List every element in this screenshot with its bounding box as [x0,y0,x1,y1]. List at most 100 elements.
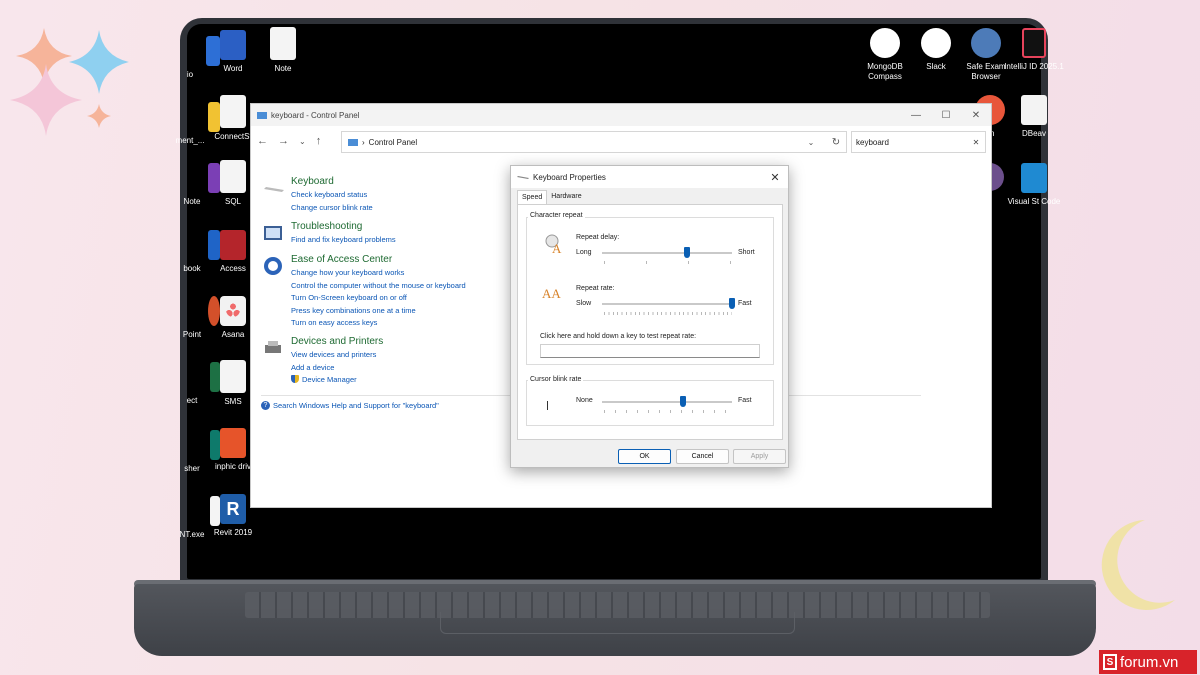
dialog-close-button[interactable]: ✕ [762,171,788,184]
repeat-delay-track[interactable] [602,252,732,254]
link-on-screen-keyboard[interactable]: Turn On-Screen keyboard on or off [291,292,466,305]
help-link[interactable]: ? Search Windows Help and Support for "k… [261,401,439,410]
section-heading[interactable]: Ease of Access Center [291,254,466,265]
dialog-title: Keyboard Properties [533,172,606,182]
link-find-fix-keyboard[interactable]: Find and fix keyboard problems [291,234,396,247]
back-arrow-icon[interactable]: ← [257,135,268,147]
link-easy-access-keys[interactable]: Turn on easy access keys [291,317,466,330]
section-ease-of-access: Ease of Access Center Change how your ke… [263,254,466,330]
inphic-icon [220,428,246,458]
clear-search-icon[interactable]: ✕ [967,138,985,147]
device-manager-label: Device Manager [302,375,357,384]
safe-exam-icon [971,28,1001,58]
refresh-icon[interactable]: ↻ [826,137,846,148]
speed-tab-panel: Character repeat A Repeat delay: Long Sh… [517,204,783,440]
address-dropdown-icon[interactable]: ⌄ [796,138,826,147]
desktop-icon-dbeaver[interactable]: DBeav [1004,95,1064,139]
word-icon [220,30,246,60]
link-device-manager[interactable]: Device Manager [291,374,383,387]
minimize-button[interactable]: — [901,110,931,121]
desktop-icon-label: inphic driv [214,462,251,471]
repeat-rate-track[interactable] [602,303,732,305]
up-arrow-icon[interactable]: ↑ [316,135,322,147]
link-change-cursor-blink-rate[interactable]: Change cursor blink rate [291,202,373,215]
repeat-delay-ticks [604,261,732,264]
desktop-icon-label: MongoDB Compass [867,62,903,81]
cursor-blink-right-label: Fast [738,397,752,404]
tab-hardware[interactable]: Hardware [547,190,585,204]
section-keyboard: Keyboard Check keyboard status Change cu… [263,176,373,214]
desktop-icon-label: Revit 2019 [213,528,253,537]
close-button[interactable]: ✕ [961,110,991,121]
link-view-devices[interactable]: View devices and printers [291,349,383,362]
ok-button[interactable]: OK [618,449,671,464]
tab-speed[interactable]: Speed [517,190,548,204]
mongodb-icon [870,28,900,58]
desktop-icon-note[interactable]: Note [253,27,313,74]
breadcrumb-separator-icon: › [362,137,365,147]
cursor-preview-icon [547,401,548,410]
cancel-button[interactable]: Cancel [676,449,729,464]
section-heading[interactable]: Devices and Printers [291,336,383,347]
link-key-combinations[interactable]: Press key combinations one at a time [291,305,466,318]
repeat-rate-slider-thumb[interactable] [729,298,735,309]
dialog-tabs: Speed Hardware [517,190,586,204]
test-repeat-input[interactable] [540,344,760,358]
desktop-icon-label: Safe Exam Browser [966,62,1006,81]
cursor-blink-left-label: None [576,397,593,404]
repeat-delay-slider-thumb[interactable] [683,247,690,258]
desktop-icon-label: ConnectSt [214,132,252,141]
test-repeat-label: Click here and hold down a key to test r… [540,333,697,340]
repeat-delay-right-label: Short [738,249,755,256]
section-devices-printers: Devices and Printers View devices and pr… [263,336,383,387]
revit-icon: R [220,494,246,524]
forward-arrow-icon[interactable]: → [278,135,289,147]
cursor-blink-track[interactable] [602,401,732,403]
laptop-trackpad [440,612,795,634]
link-control-without-mouse[interactable]: Control the computer without the mouse o… [291,280,466,293]
repeat-delay-icon: A [545,234,562,255]
watermark-logo: S [1103,654,1117,670]
link-change-keyboard-works[interactable]: Change how your keyboard works [291,267,466,280]
desktop-icon-intellij[interactable]: IntelliJ ID 2025.1 [1004,28,1064,72]
desktop-icon-label: book [183,264,201,273]
desktop-icon-label: Visual St Code [1007,197,1061,206]
watermark-text: forum.vn [1120,653,1179,671]
section-troubleshooting: Troubleshooting Find and fix keyboard pr… [263,221,396,247]
devices-printers-icon [265,341,281,353]
shield-icon [291,375,299,383]
section-heading[interactable]: Keyboard [291,176,373,187]
help-link-text: Search Windows Help and Support for "key… [273,401,439,410]
cursor-blink-ticks [604,410,732,413]
cursor-blink-slider-thumb[interactable] [679,396,686,407]
desktop-icon-label: DBeav [1021,129,1046,138]
apply-button[interactable]: Apply [733,449,786,464]
file-icon [220,360,246,393]
search-value: keyboard [856,137,889,147]
link-check-keyboard-status[interactable]: Check keyboard status [291,189,373,202]
file-icon [220,95,246,128]
access-icon [220,230,246,260]
desktop-icon-label: ment_... [175,136,205,145]
search-input[interactable]: keyboard ✕ [851,131,986,153]
section-heading[interactable]: Troubleshooting [291,221,396,232]
desktop-icon-label: Point [182,330,202,339]
troubleshooting-icon [264,226,282,240]
desktop-icon-label: SMS [224,397,242,406]
address-bar[interactable]: › Control Panel ⌄ ↻ [341,131,847,153]
repeat-delay-label: Repeat delay: [576,234,620,241]
control-panel-icon [348,138,358,146]
desktop-icon-label: Note [183,197,201,206]
recent-chevron-icon[interactable]: ⌄ [299,137,306,146]
asana-dots-icon [226,303,240,317]
address-text: Control Panel [368,137,418,147]
maximize-button[interactable]: ☐ [931,110,961,121]
desktop-icon-label: IntelliJ ID 2025.1 [1004,62,1064,71]
desktop-icon-label: NT.exe [179,530,205,539]
repeat-rate-right-label: Fast [738,300,752,307]
link-add-device[interactable]: Add a device [291,362,383,375]
dbeaver-icon [1021,95,1047,125]
file-icon [270,27,296,60]
desktop-icon-label: ect [186,396,198,405]
desktop-icon-vscode[interactable]: Visual St Code [1004,163,1064,207]
